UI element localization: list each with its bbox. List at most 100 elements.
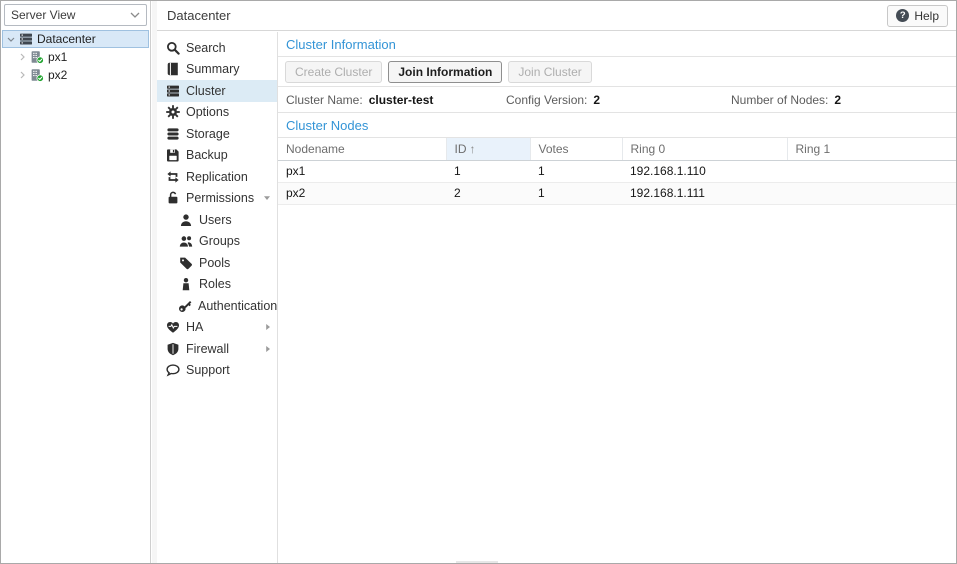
sidebar-item-label: Permissions	[186, 191, 254, 205]
cell-ring0: 192.168.1.110	[622, 160, 787, 182]
heartbeat-icon	[165, 320, 180, 334]
cluster-name-value: cluster-test	[369, 93, 434, 107]
unlock-icon	[165, 191, 180, 205]
table-row-px1[interactable]: px1 1 1 192.168.1.110	[278, 160, 956, 182]
question-circle-icon: ?	[896, 9, 909, 22]
sidebar-item-firewall[interactable]: Firewall	[157, 338, 277, 360]
cell-votes: 1	[530, 160, 622, 182]
help-button-label: Help	[914, 9, 939, 23]
sidebar-item-storage[interactable]: Storage	[157, 123, 277, 145]
sidebar-item-label: HA	[186, 320, 203, 334]
app-window: Server View Datacenter	[0, 0, 957, 564]
sidebar-item-label: Cluster	[186, 84, 226, 98]
cell-ring1	[787, 182, 956, 204]
join-information-button[interactable]: Join Information	[388, 61, 502, 83]
sidebar-item-options[interactable]: Options	[157, 102, 277, 124]
sidebar-item-label: Roles	[199, 277, 231, 291]
tree-item-datacenter[interactable]: Datacenter	[2, 30, 149, 48]
cell-ring0: 192.168.1.111	[622, 182, 787, 204]
view-selector[interactable]: Server View	[4, 4, 147, 26]
page-title: Datacenter	[167, 8, 231, 23]
book-icon	[165, 62, 180, 76]
tree-item-px1[interactable]: px1	[1, 48, 150, 66]
config-version-field: Config Version: 2	[506, 87, 600, 112]
sidebar-item-cluster[interactable]: Cluster	[157, 80, 277, 102]
cluster-name-field: Cluster Name: cluster-test	[286, 87, 433, 112]
caret-down-icon	[263, 195, 271, 201]
cell-nodename: px1	[278, 160, 446, 182]
config-sidebar: Search Summary Cluster Options Storage	[157, 32, 278, 563]
help-button[interactable]: ? Help	[887, 5, 948, 27]
sidebar-item-label: Options	[186, 105, 229, 119]
sidebar-item-label: Pools	[199, 256, 230, 270]
cluster-nodes-table: Nodename ID↑ Votes Ring 0 Ring 1 px1 1 1…	[278, 138, 956, 205]
sidebar-item-label: Backup	[186, 148, 228, 162]
sidebar-item-support[interactable]: Support	[157, 360, 277, 382]
sidebar-item-label: Support	[186, 363, 230, 377]
sidebar-item-backup[interactable]: Backup	[157, 145, 277, 167]
view-selector-value: Server View	[11, 8, 130, 22]
sidebar-item-permissions[interactable]: Permissions	[157, 188, 277, 210]
resource-tree-panel: Server View Datacenter	[1, 1, 151, 563]
sync-arrows-icon	[165, 170, 180, 184]
sidebar-item-label: Search	[186, 41, 226, 55]
caret-right-icon	[265, 323, 271, 331]
chevron-down-icon	[130, 12, 140, 18]
main-content: Cluster Information Create Cluster Join …	[278, 32, 956, 563]
number-of-nodes-field: Number of Nodes: 2	[731, 87, 841, 112]
cell-nodename: px2	[278, 182, 446, 204]
column-header-ring0[interactable]: Ring 0	[622, 138, 787, 160]
sidebar-item-users[interactable]: Users	[157, 209, 277, 231]
cell-votes: 1	[530, 182, 622, 204]
sidebar-item-roles[interactable]: Roles	[157, 274, 277, 296]
caret-expanded-icon[interactable]	[5, 37, 17, 42]
shield-icon	[165, 342, 180, 356]
sidebar-item-groups[interactable]: Groups	[157, 231, 277, 253]
users-icon	[178, 234, 193, 248]
server-stack-icon	[165, 84, 180, 98]
cluster-summary-row: Cluster Name: cluster-test Config Versio…	[278, 87, 956, 113]
cell-id: 2	[446, 182, 530, 204]
caret-right-icon	[265, 345, 271, 353]
column-header-votes[interactable]: Votes	[530, 138, 622, 160]
person-icon	[178, 277, 193, 291]
tree-item-label: px2	[48, 68, 67, 82]
tree-item-label: Datacenter	[37, 32, 96, 46]
window-resize-grip	[456, 561, 498, 563]
sidebar-item-label: Storage	[186, 127, 230, 141]
tree-item-px2[interactable]: px2	[1, 66, 150, 84]
join-cluster-button[interactable]: Join Cluster	[508, 61, 591, 83]
cluster-information-title: Cluster Information	[278, 32, 956, 57]
sidebar-item-summary[interactable]: Summary	[157, 59, 277, 81]
caret-collapsed-icon[interactable]	[16, 53, 28, 61]
config-version-value: 2	[593, 93, 600, 107]
table-row-px2[interactable]: px2 2 1 192.168.1.111	[278, 182, 956, 204]
server-online-icon	[30, 50, 44, 64]
resource-tree: Datacenter px1 px2	[1, 30, 150, 84]
tag-icon	[178, 256, 193, 270]
sidebar-item-authentication[interactable]: Authentication	[157, 295, 277, 317]
sidebar-item-pools[interactable]: Pools	[157, 252, 277, 274]
tree-item-label: px1	[48, 50, 67, 64]
sort-asc-icon: ↑	[470, 142, 476, 156]
server-stack-icon	[19, 32, 33, 46]
sidebar-item-replication[interactable]: Replication	[157, 166, 277, 188]
column-header-nodename[interactable]: Nodename	[278, 138, 446, 160]
number-of-nodes-label: Number of Nodes:	[731, 93, 828, 107]
sidebar-item-label: Summary	[186, 62, 239, 76]
sidebar-item-search[interactable]: Search	[157, 37, 277, 59]
database-icon	[165, 127, 180, 141]
column-header-ring1[interactable]: Ring 1	[787, 138, 956, 160]
key-icon	[178, 299, 192, 313]
search-icon	[165, 41, 180, 55]
column-header-id[interactable]: ID↑	[446, 138, 530, 160]
gear-icon	[165, 105, 180, 119]
sidebar-item-ha[interactable]: HA	[157, 317, 277, 339]
comment-icon	[165, 363, 180, 377]
sidebar-item-label: Users	[199, 213, 232, 227]
create-cluster-button[interactable]: Create Cluster	[285, 61, 382, 83]
floppy-icon	[165, 148, 180, 162]
sidebar-item-label: Groups	[199, 234, 240, 248]
caret-collapsed-icon[interactable]	[16, 71, 28, 79]
sidebar-item-label: Authentication	[198, 299, 277, 313]
